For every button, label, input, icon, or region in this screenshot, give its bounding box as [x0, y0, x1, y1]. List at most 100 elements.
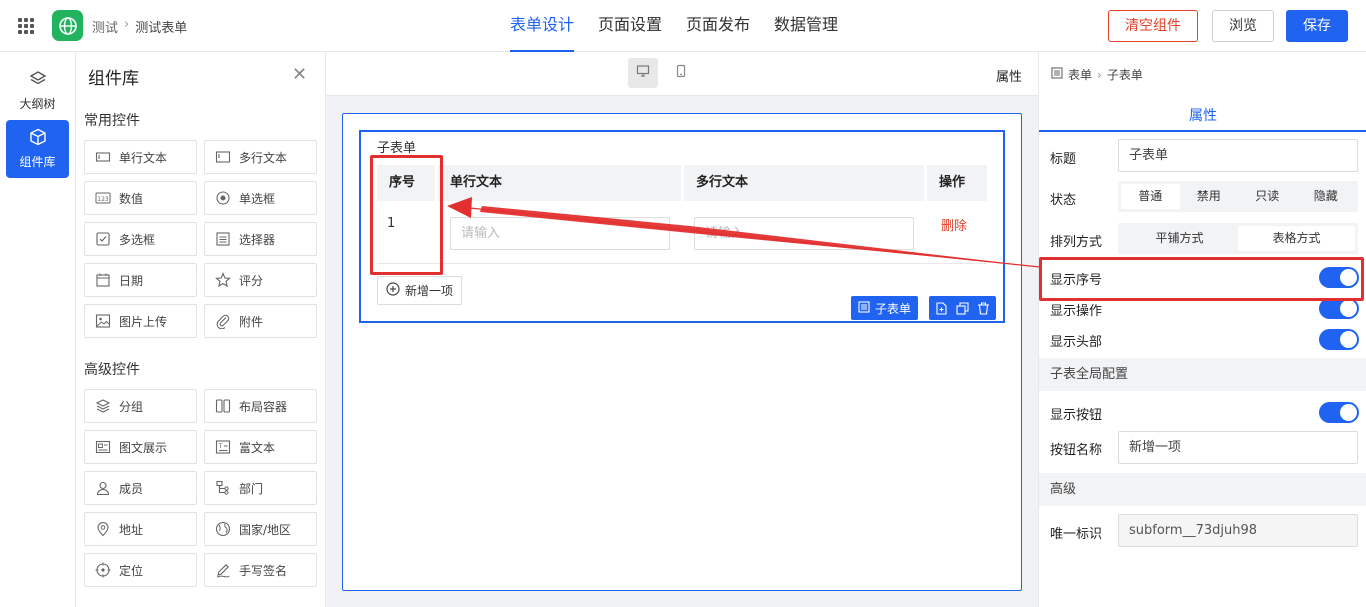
widget-crosshair[interactable]: 定位	[84, 553, 197, 587]
subform-title: 子表单	[377, 141, 417, 156]
save-button[interactable]: 保存	[1286, 10, 1348, 42]
paperclip-icon	[215, 313, 231, 329]
desktop-icon	[636, 64, 650, 82]
status-disabled-option[interactable]: 禁用	[1180, 184, 1239, 209]
widget-user[interactable]: 成员	[84, 471, 197, 505]
widget-image[interactable]: 图片上传	[84, 304, 197, 338]
close-icon[interactable]: ✕	[292, 64, 307, 85]
widget-radio[interactable]: 单选框	[204, 181, 317, 215]
clear-components-button[interactable]: 清空组件	[1108, 10, 1198, 42]
show-index-toggle[interactable]	[1319, 267, 1359, 288]
widget-label: 成员	[119, 481, 144, 496]
widget-number[interactable]: 123 数值	[84, 181, 197, 215]
widget-label: 富文本	[239, 440, 276, 455]
user-icon	[95, 480, 111, 496]
title-input[interactable]: 子表单	[1118, 139, 1358, 172]
widget-globe[interactable]: 国家/地区	[204, 512, 317, 546]
show-button-toggle[interactable]	[1319, 402, 1359, 423]
row-index: 1	[387, 216, 396, 231]
copy-icon[interactable]	[956, 301, 969, 315]
widget-paperclip[interactable]: 附件	[204, 304, 317, 338]
common-controls-title: 常用控件	[84, 113, 140, 129]
widget-select[interactable]: 选择器	[204, 222, 317, 256]
chevron-right-icon: ›	[1097, 67, 1102, 82]
widget-label: 图片上传	[119, 314, 168, 329]
widget-label: 地址	[119, 522, 144, 537]
status-normal-option[interactable]: 普通	[1121, 184, 1180, 209]
cube-icon	[29, 128, 47, 149]
show-header-label: 显示头部	[1050, 335, 1103, 350]
top-tabs: 表单设计 页面设置 页面发布 数据管理	[510, 0, 838, 52]
widget-layout[interactable]: 布局容器	[204, 389, 317, 423]
selected-component-tag[interactable]: 子表单	[851, 296, 919, 320]
trash-icon[interactable]	[977, 301, 990, 315]
widget-rich-text[interactable]: T 富文本	[204, 430, 317, 464]
delete-row-link[interactable]: 删除	[941, 215, 967, 234]
app-grid-icon[interactable]	[18, 18, 34, 34]
location-pin-icon	[95, 521, 111, 537]
widget-label: 数值	[119, 191, 144, 206]
status-hidden-option[interactable]: 隐藏	[1297, 184, 1356, 209]
add-row-label: 新增一项	[405, 284, 454, 298]
show-header-toggle[interactable]	[1319, 329, 1359, 350]
layout-tile-option[interactable]: 平铺方式	[1121, 226, 1238, 251]
canvas-toolbar: 属性	[326, 52, 1038, 96]
col-header-single-text: 单行文本	[438, 165, 681, 201]
widget-multi-line-text[interactable]: 多行文本	[204, 140, 317, 174]
widget-label: 单行文本	[119, 150, 168, 165]
widget-label: 单选框	[239, 191, 276, 206]
widget-group[interactable]: 分组	[84, 389, 197, 423]
subform-component[interactable]: 子表单 序号 单行文本 多行文本 操作 1 请输入 请输入 删除 新增一项 子表…	[359, 130, 1005, 323]
widget-location-pin[interactable]: 地址	[84, 512, 197, 546]
breadcrumb-separator: ›	[124, 17, 130, 32]
show-index-label: 显示序号	[1050, 273, 1103, 288]
widget-single-line-text[interactable]: 单行文本	[84, 140, 197, 174]
props-breadcrumb: 表单 › 子表单	[1051, 66, 1143, 83]
tab-properties[interactable]: 属性	[1039, 105, 1366, 125]
widget-image-text[interactable]: 图文展示	[84, 430, 197, 464]
tab-form-design[interactable]: 表单设计	[510, 0, 575, 52]
selected-tag-label: 子表单	[875, 301, 912, 316]
multi-line-text-icon	[215, 149, 231, 165]
nav-outline-tree[interactable]: 大纲树	[6, 62, 69, 120]
widget-label: 选择器	[239, 232, 276, 247]
props-tab-bar: 属性	[1039, 96, 1366, 132]
widget-label: 手写签名	[239, 563, 288, 578]
widget-label: 附件	[239, 314, 264, 329]
preview-button[interactable]: 浏览	[1212, 10, 1274, 42]
nav-component-library[interactable]: 组件库	[6, 120, 69, 178]
desktop-view-button[interactable]	[628, 58, 658, 88]
props-crumb-subform: 子表单	[1106, 68, 1143, 82]
breadcrumb-app[interactable]: 测试	[92, 17, 118, 36]
widget-checkbox[interactable]: 多选框	[84, 222, 197, 256]
button-name-input[interactable]: 新增一项	[1118, 431, 1358, 464]
checkbox-icon	[95, 231, 111, 247]
status-readonly-option[interactable]: 只读	[1238, 184, 1297, 209]
uid-input[interactable]: subform__73djuh98	[1118, 514, 1358, 547]
tab-data-management[interactable]: 数据管理	[774, 0, 838, 52]
col-header-index: 序号	[377, 165, 435, 201]
widget-department[interactable]: 部门	[204, 471, 317, 505]
widget-calendar[interactable]: 日期	[84, 263, 197, 297]
add-child-icon[interactable]	[935, 301, 948, 315]
pen-icon	[215, 562, 231, 578]
layout-table-option[interactable]: 表格方式	[1238, 226, 1355, 251]
widget-label: 日期	[119, 273, 144, 288]
canvas-attr-label[interactable]: 属性	[996, 66, 1022, 85]
department-icon	[215, 480, 231, 496]
widget-star[interactable]: 评分	[204, 263, 317, 297]
tab-page-publish[interactable]: 页面发布	[686, 0, 750, 52]
tab-page-settings[interactable]: 页面设置	[598, 0, 662, 52]
mobile-view-button[interactable]	[666, 58, 696, 88]
widget-pen[interactable]: 手写签名	[204, 553, 317, 587]
component-actions	[929, 296, 996, 320]
show-actions-toggle[interactable]	[1319, 298, 1359, 319]
props-crumb-form[interactable]: 表单	[1068, 66, 1092, 83]
library-title: 组件库	[88, 69, 139, 89]
properties-panel: 表单 › 子表单 属性 标题 子表单 状态 普通 禁用 只读 隐藏 排列方式 平…	[1038, 52, 1366, 607]
multi-text-input[interactable]: 请输入	[694, 217, 914, 250]
add-row-button[interactable]: 新增一项	[377, 276, 463, 305]
select-icon	[215, 231, 231, 247]
app-logo-globe-icon	[52, 10, 83, 41]
single-text-input[interactable]: 请输入	[450, 217, 670, 250]
